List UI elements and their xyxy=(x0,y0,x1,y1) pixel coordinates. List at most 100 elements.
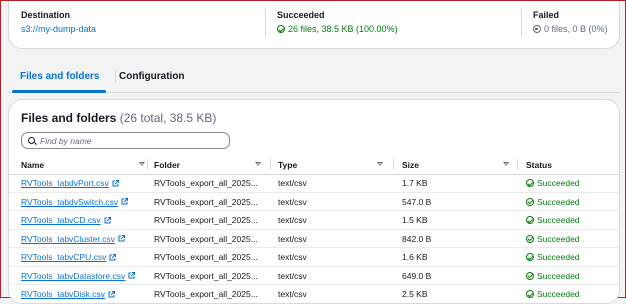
status-cell: Succeeded xyxy=(526,214,580,226)
external-link-icon[interactable] xyxy=(108,290,115,298)
file-name-link[interactable]: RVTools_tabvCD.csv xyxy=(21,214,111,226)
succeeded-label: Succeeded xyxy=(277,10,325,20)
external-link-icon[interactable] xyxy=(118,235,125,242)
files-panel: Files and folders (26 total, 38.5 KB) Na… xyxy=(8,99,620,304)
table-row: RVTools_tabdvSwitch.csv RVTools_export_al… xyxy=(9,193,619,211)
folder-cell: RVTools_export_all_2025... xyxy=(154,196,258,207)
file-name-link[interactable]: RVTools_tabvCPU.csv xyxy=(21,251,117,263)
type-cell: text/csv xyxy=(278,252,307,262)
folder-cell: RVTools_export_all_2025... xyxy=(154,289,258,299)
status-text: Succeeded xyxy=(537,270,580,281)
failed-section: Failed 0 files, 0 B (0%) xyxy=(533,9,608,35)
table-header: Name Folder Type Size Status xyxy=(9,156,619,175)
type-cell: text/csv xyxy=(278,233,307,244)
column-divider[interactable] xyxy=(270,159,271,170)
destination-link[interactable]: s3://my-dump-data xyxy=(21,23,96,35)
sort-caret-icon[interactable] xyxy=(139,162,145,166)
external-link-icon[interactable] xyxy=(109,253,117,261)
success-icon xyxy=(526,197,534,206)
failed-text: 0 files, 0 B (0%) xyxy=(544,24,608,34)
succeeded-text: 26 files, 38.5 KB (100.00%) xyxy=(288,24,398,34)
column-divider[interactable] xyxy=(517,159,518,170)
succeeded-value: 26 files, 38.5 KB (100.00%) xyxy=(277,23,398,35)
status-text: Succeeded xyxy=(537,215,580,225)
success-icon xyxy=(526,290,534,298)
type-cell: text/csv xyxy=(278,215,307,225)
size-cell: 1.6 KB xyxy=(402,252,428,262)
status-cell: Succeeded xyxy=(526,196,580,208)
file-name-link[interactable]: RVTools_tabvCluster.csv xyxy=(21,233,125,245)
column-header-status[interactable]: Status xyxy=(526,159,552,171)
table-row: RVTools_tabvCluster.csv RVTools_export_al… xyxy=(9,230,619,248)
tab-divider xyxy=(115,71,116,83)
folder-cell: RVTools_export_all_2025... xyxy=(154,178,258,188)
sort-caret-icon[interactable] xyxy=(503,162,509,166)
column-divider[interactable] xyxy=(147,159,148,170)
column-header-name[interactable]: Name xyxy=(21,159,44,171)
status-cell: Succeeded xyxy=(526,270,580,282)
file-name[interactable]: RVTools_tabdvPort.csv xyxy=(21,177,109,189)
folder-cell: RVTools_export_all_2025... xyxy=(154,215,258,225)
file-name[interactable]: RVTools_tabvCD.csv xyxy=(21,214,101,226)
file-name[interactable]: RVTools_tabdvSwitch.csv xyxy=(21,196,118,208)
destination-label: Destination xyxy=(21,10,71,20)
search-input[interactable] xyxy=(40,135,220,146)
column-header-folder[interactable]: Folder xyxy=(154,159,180,171)
sort-caret-icon[interactable] xyxy=(377,162,383,166)
tab-files-and-folders[interactable]: Files and folders xyxy=(20,70,99,84)
size-cell: 842.0 B xyxy=(402,233,432,244)
folder-cell: RVTools_export_all_2025... xyxy=(154,233,258,244)
success-icon xyxy=(526,253,534,261)
table-row: RVTools_tabdvPort.csv RVTools_export_all_… xyxy=(9,174,619,193)
success-icon xyxy=(526,216,534,224)
panel-heading: Files and folders (26 total, 38.5 KB) xyxy=(21,110,216,126)
status-cell: Succeeded xyxy=(526,233,580,245)
external-link-icon[interactable] xyxy=(104,216,111,224)
destination-section: Destination s3://my-dump-data xyxy=(21,9,96,35)
file-name-link[interactable]: RVTools_tabvDisk.csv xyxy=(21,288,115,300)
file-name-link[interactable]: RVTools_tabdvSwitch.csv xyxy=(21,196,129,208)
tab-configuration[interactable]: Configuration xyxy=(119,70,185,84)
external-link-icon[interactable] xyxy=(128,272,136,279)
search-icon xyxy=(28,137,35,144)
success-icon xyxy=(526,271,534,280)
column-divider[interactable] xyxy=(393,159,394,170)
size-cell: 547.0 B xyxy=(402,196,432,207)
success-icon xyxy=(526,179,534,187)
status-text: Succeeded xyxy=(537,233,580,244)
external-link-icon[interactable] xyxy=(112,179,119,187)
failed-value: 0 files, 0 B (0%) xyxy=(533,23,608,35)
table-row: RVTools_tabvDisk.csv RVTools_export_all_2… xyxy=(9,285,619,303)
column-header-type[interactable]: Type xyxy=(278,159,297,171)
file-name[interactable]: RVTools_tabvCPU.csv xyxy=(21,251,106,263)
search-box[interactable] xyxy=(21,132,230,149)
size-cell: 2.5 KB xyxy=(402,289,428,299)
column-header-size[interactable]: Size xyxy=(402,159,419,171)
size-cell: 1.5 KB xyxy=(402,215,428,225)
status-text: Succeeded xyxy=(537,196,580,207)
type-cell: text/csv xyxy=(278,196,307,207)
type-cell: text/csv xyxy=(278,289,307,299)
folder-cell: RVTools_export_all_2025... xyxy=(154,252,258,262)
status-text: Succeeded xyxy=(537,178,580,188)
neutral-status-icon xyxy=(533,25,541,33)
panel-title: Files and folders xyxy=(21,111,117,125)
external-link-icon[interactable] xyxy=(121,198,129,205)
file-name[interactable]: RVTools_tabvDisk.csv xyxy=(21,288,105,300)
active-tab-indicator xyxy=(12,90,106,93)
status-cell: Succeeded xyxy=(526,288,580,300)
file-name[interactable]: RVTools_tabvCluster.csv xyxy=(21,233,115,245)
sort-caret-icon[interactable] xyxy=(255,162,261,166)
file-name-link[interactable]: RVTools_tabdvPort.csv xyxy=(21,177,119,189)
type-cell: text/csv xyxy=(278,178,307,188)
file-name-link[interactable]: RVTools_tabvDatastore.csv xyxy=(21,270,136,282)
success-icon xyxy=(277,25,285,33)
failed-label: Failed xyxy=(533,10,560,20)
panel-count: (26 total, 38.5 KB) xyxy=(119,111,217,125)
folder-cell: RVTools_export_all_2025... xyxy=(154,270,258,281)
table-row: RVTools_tabvCPU.csv RVTools_export_all_20… xyxy=(9,248,619,267)
type-cell: text/csv xyxy=(278,270,307,281)
succeeded-section: Succeeded 26 files, 38.5 KB (100.00%) xyxy=(277,9,398,35)
status-cell: Succeeded xyxy=(526,251,580,263)
file-name[interactable]: RVTools_tabvDatastore.csv xyxy=(21,270,125,282)
